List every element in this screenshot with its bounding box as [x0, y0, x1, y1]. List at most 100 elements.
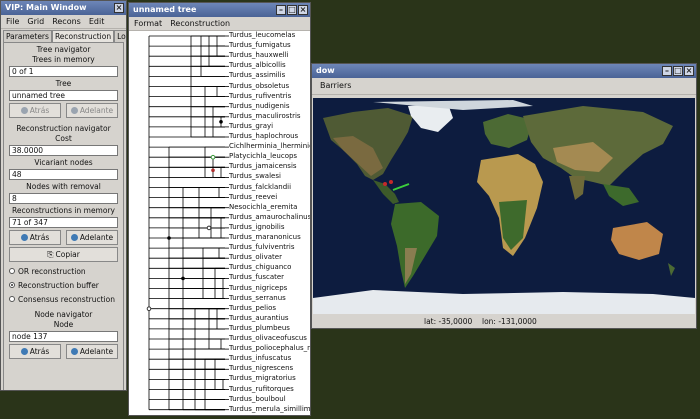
taxon-label[interactable]: Turdus_obsoletus: [229, 82, 289, 90]
world-map[interactable]: [313, 98, 695, 314]
taxon-label[interactable]: Platycichla_leucops: [229, 152, 297, 160]
node-label: Node: [53, 320, 74, 329]
main-tabs: Parameters Reconstruction Log: [3, 30, 126, 42]
tree-node-marker[interactable]: [219, 120, 223, 124]
minimize-icon[interactable]: –: [662, 66, 672, 76]
tree-node-marker[interactable]: [206, 225, 212, 231]
menu-reconstruction[interactable]: Reconstruction: [170, 17, 230, 30]
taxon-label[interactable]: Turdus_ignobilis: [229, 223, 284, 231]
menu-edit[interactable]: Edit: [89, 15, 105, 28]
tree-node-marker[interactable]: [167, 236, 171, 240]
tree-name-field[interactable]: unnamed tree: [9, 90, 118, 101]
back-arrow-icon: [20, 107, 28, 114]
world-map-image: [313, 98, 695, 314]
taxon-label[interactable]: Turdus_amaurochalinus: [229, 213, 310, 221]
taxon-label[interactable]: Turdus_fulviventris: [229, 243, 294, 251]
menu-recons[interactable]: Recons: [52, 15, 81, 28]
tree-titlebar: unnamed tree – □ ×: [129, 3, 310, 17]
taxon-label[interactable]: Turdus_falcklandii: [229, 183, 291, 191]
tab-reconstruction[interactable]: Reconstruction: [51, 30, 115, 42]
tree-node-marker[interactable]: [211, 168, 215, 173]
close-icon[interactable]: ×: [298, 5, 308, 15]
tree-canvas[interactable]: Turdus_leucomelas Turdus_fumigatus Turdus_…: [129, 31, 310, 415]
taxon-label[interactable]: Turdus_poliocephalus_n: [229, 344, 310, 352]
taxon-label[interactable]: Turdus_rufiventris: [229, 92, 291, 100]
tree-forward-button[interactable]: Adelante: [66, 103, 118, 118]
taxon-label[interactable]: Turdus_albicollis: [229, 61, 286, 69]
taxon-label[interactable]: Turdus_boulboul: [229, 395, 286, 403]
node-navigator-heading: Node navigator: [34, 310, 93, 319]
taxon-label[interactable]: Turdus_assimilis: [229, 71, 285, 79]
taxon-label[interactable]: Turdus_chiguanco: [229, 263, 291, 271]
taxon-label[interactable]: Turdus_merula_simillim: [229, 405, 310, 413]
menu-format[interactable]: Format: [134, 17, 162, 30]
taxon-label[interactable]: Turdus_nigriceps: [229, 284, 287, 292]
taxon-label[interactable]: Turdus_rufitorques: [229, 385, 294, 393]
taxon-label[interactable]: Nesocichla_eremita: [229, 203, 297, 211]
taxon-label[interactable]: Turdus_fumigatus: [229, 41, 291, 49]
trees-in-memory-field[interactable]: 0 of 1: [9, 66, 118, 77]
node-field[interactable]: node 137: [9, 331, 118, 342]
radio-or-reconstruction[interactable]: OR reconstruction: [9, 266, 118, 276]
memory-label: Reconstructions in memory: [12, 206, 115, 215]
taxon-label[interactable]: Turdus_hauxwelli: [229, 51, 289, 59]
taxon-label[interactable]: Turdus_migratorius: [229, 374, 296, 382]
close-icon[interactable]: ×: [114, 3, 124, 13]
vicariant-field[interactable]: 48: [9, 169, 118, 180]
tree-back-button[interactable]: Atrás: [9, 103, 61, 118]
tree-node-marker[interactable]: [181, 276, 185, 281]
map-statusbar: lat: -35,0000 lon: -131,0000: [312, 316, 696, 328]
tab-log[interactable]: Log: [114, 30, 126, 42]
taxon-label[interactable]: Turdus_olivaceofuscus: [229, 334, 307, 342]
maximize-icon[interactable]: □: [287, 5, 297, 15]
taxon-label[interactable]: Turdus_reevei: [229, 193, 277, 201]
radio-consensus-reconstruction[interactable]: Consensus reconstruction: [9, 294, 118, 304]
taxon-label[interactable]: Turdus_plumbeus: [229, 324, 290, 332]
map-menubar: Barriers: [312, 78, 696, 95]
memory-field[interactable]: 71 of 347: [9, 217, 118, 228]
menu-file[interactable]: File: [6, 15, 19, 28]
trees-in-memory-label: Trees in memory: [32, 55, 95, 64]
cost-label: Cost: [55, 134, 72, 143]
copy-button[interactable]: ⎘ Copiar: [9, 247, 118, 262]
cost-field[interactable]: 38.0000: [9, 145, 118, 156]
menu-barriers[interactable]: Barriers: [320, 78, 351, 94]
removal-field[interactable]: 8: [9, 193, 118, 204]
taxon-label[interactable]: Turdus_haplochrous: [229, 132, 298, 140]
back-arrow-icon: [20, 234, 28, 241]
taxon-label[interactable]: Turdus_serranus: [229, 294, 286, 302]
taxon-label[interactable]: Turdus_infuscatus: [229, 354, 291, 362]
forward-arrow-icon: [70, 107, 78, 114]
recon-navigator-heading: Reconstruction navigator: [16, 124, 111, 133]
taxon-label[interactable]: Turdus_olivater: [229, 253, 282, 261]
menu-grid[interactable]: Grid: [27, 15, 44, 28]
taxon-label[interactable]: Turdus_nudigenis: [229, 102, 289, 110]
taxon-label[interactable]: Turdus_maranonicus: [229, 233, 301, 241]
map-titlebar: dow – □ ×: [312, 64, 696, 78]
taxon-label[interactable]: Cichlherminia_lherminie: [229, 142, 310, 150]
taxon-label[interactable]: Turdus_swalesi: [229, 172, 281, 180]
taxon-label[interactable]: Turdus_leucomelas: [229, 31, 295, 39]
taxon-label[interactable]: Turdus_nigrescens: [229, 364, 293, 372]
recon-forward-button[interactable]: Adelante: [66, 230, 118, 245]
node-forward-button[interactable]: Adelante: [66, 344, 118, 359]
taxon-label[interactable]: Turdus_jamaicensis: [229, 162, 297, 170]
taxon-label[interactable]: Turdus_aurantius: [229, 314, 289, 322]
taxon-label[interactable]: Turdus_pelios: [229, 304, 276, 312]
tree-node-marker[interactable]: [210, 154, 216, 160]
forward-arrow-icon: [70, 348, 78, 355]
taxon-label[interactable]: Turdus_fuscater: [229, 273, 284, 281]
radio-button: [9, 268, 15, 274]
close-icon[interactable]: ×: [684, 66, 694, 76]
tab-parameters[interactable]: Parameters: [3, 30, 52, 42]
radio-reconstruction-buffer[interactable]: Reconstruction buffer: [9, 280, 118, 290]
recon-back-button[interactable]: Atrás: [9, 230, 61, 245]
minimize-icon[interactable]: –: [276, 5, 286, 15]
taxon-label[interactable]: Turdus_maculirostris: [229, 112, 301, 120]
maximize-icon[interactable]: □: [673, 66, 683, 76]
map-window: dow – □ × Barriers lat: -35,0000 lon: -1…: [311, 63, 697, 329]
taxon-label[interactable]: Turdus_grayi: [229, 122, 273, 130]
latitude-readout: lat: -35,0000: [424, 317, 473, 326]
tree-node-marker[interactable]: [146, 306, 152, 312]
node-back-button[interactable]: Atrás: [9, 344, 61, 359]
